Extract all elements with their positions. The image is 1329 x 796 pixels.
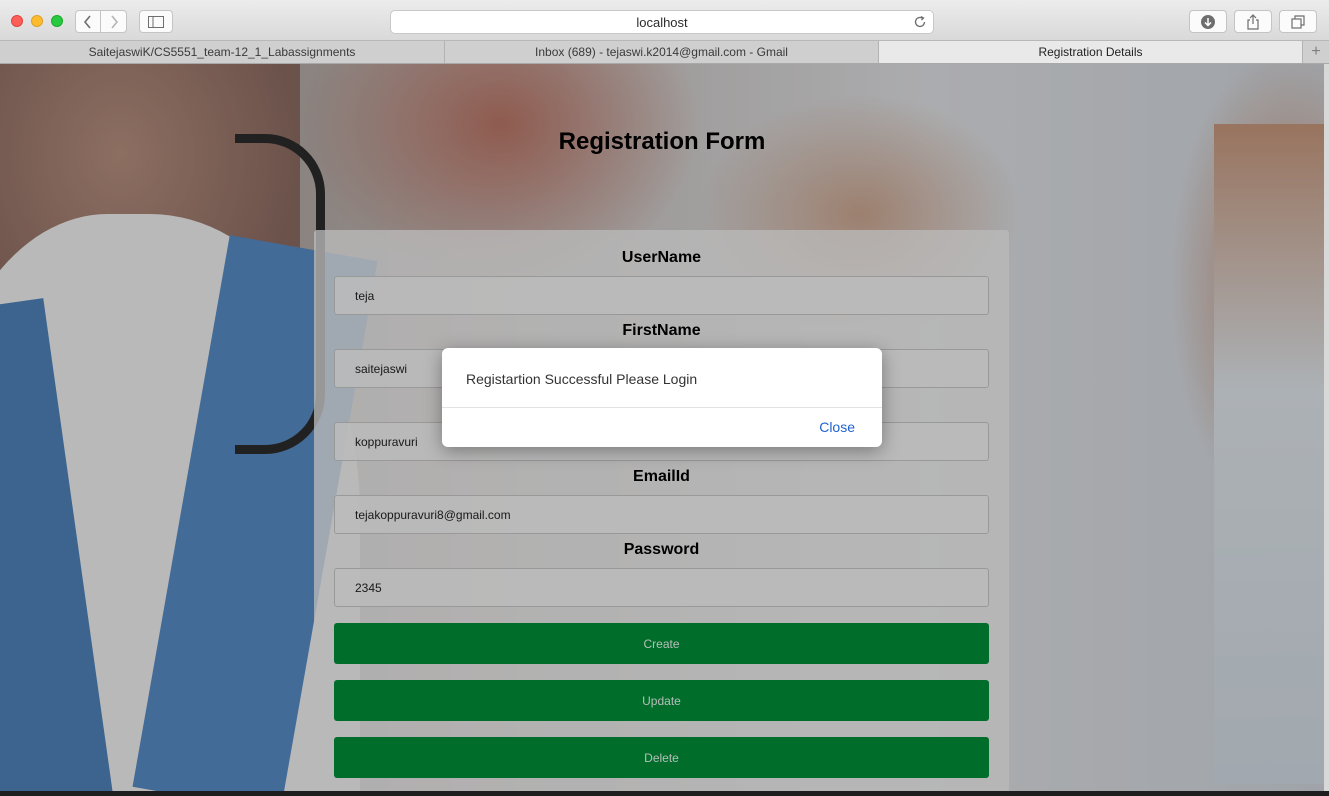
sidebar-toggle-button[interactable] [139,10,173,33]
download-icon [1201,14,1215,29]
share-icon [1247,13,1259,30]
chevron-left-icon [83,14,91,29]
reload-icon[interactable] [913,15,927,29]
close-window-button[interactable] [11,15,23,27]
navigation-buttons [75,10,127,33]
tab-overview-button[interactable] [1279,10,1317,33]
forward-button[interactable] [101,10,127,33]
tab-bar: SaitejaswiK/CS5551_team-12_1_Labassignme… [0,41,1329,64]
tab-registration-details[interactable]: Registration Details [879,41,1303,63]
alert-divider [442,407,882,408]
browser-toolbar: localhost [0,0,1329,41]
address-bar[interactable]: localhost [390,10,934,34]
window-bottom-edge [0,791,1329,796]
back-button[interactable] [75,10,101,33]
sidebar-icon [148,15,164,28]
tab-gmail[interactable]: Inbox (689) - tejaswi.k2014@gmail.com - … [445,41,879,63]
alert-dialog: Registartion Successful Please Login Clo… [442,348,882,447]
url-text: localhost [636,14,688,30]
minimize-window-button[interactable] [31,15,43,27]
tab-github[interactable]: SaitejaswiK/CS5551_team-12_1_Labassignme… [0,41,445,63]
tabs-icon [1291,14,1305,29]
maximize-window-button[interactable] [51,15,63,27]
share-button[interactable] [1234,10,1272,33]
alert-message: Registartion Successful Please Login [466,371,698,387]
chevron-right-icon [110,14,118,29]
page-viewport: Registration Form UserName teja FirstNam… [0,64,1324,791]
downloads-button[interactable] [1189,10,1227,33]
window-edge [1324,64,1329,796]
alert-close-button[interactable]: Close [819,419,855,435]
new-tab-button[interactable]: + [1303,41,1329,63]
